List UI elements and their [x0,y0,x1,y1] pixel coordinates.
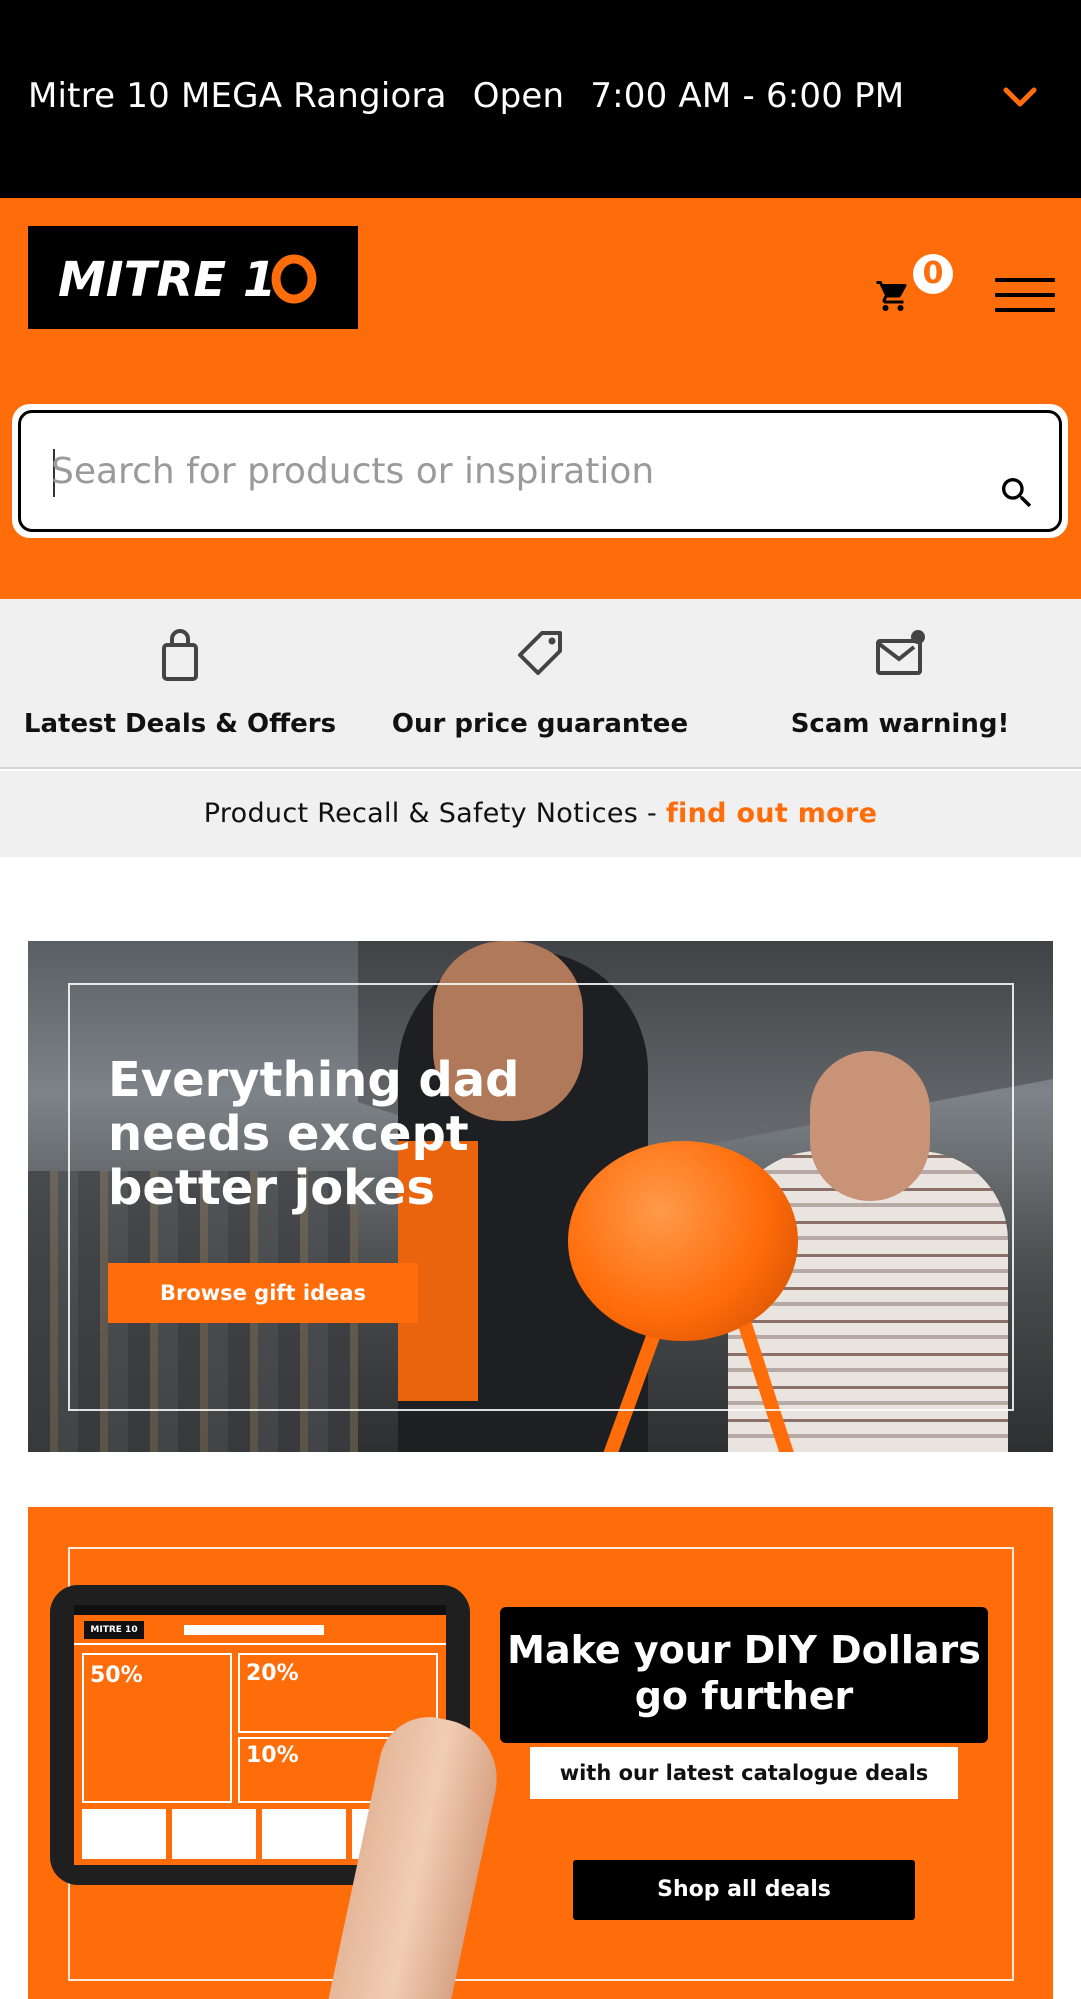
tablet-screen-header: MITRE 10 [74,1615,446,1645]
search-bar [12,404,1068,538]
cart-button[interactable]: 0 [875,254,955,326]
store-status: Open [472,76,565,116]
quick-links: Latest Deals & Offers Our price guarante… [0,599,1081,769]
shopping-bag-icon [162,629,198,681]
banner-subheadline: with our latest catalogue deals [530,1747,958,1799]
tablet-offer: 20% [246,1661,299,1686]
browse-gift-ideas-button[interactable]: Browse gift ideas [108,1263,418,1323]
menu-line [995,293,1055,297]
banner-headline: Make your DIY Dollars go further [500,1607,988,1743]
recall-notice: Product Recall & Safety Notices - find o… [0,771,1081,857]
quick-link-label: Our price guarantee [391,709,689,739]
cart-count-badge: 0 [913,254,953,294]
site-header: MITRE 1 0 [0,198,1081,599]
tablet-tile [262,1809,346,1859]
tablet-logo: MITRE 10 [84,1621,144,1639]
tablet-screen-topbar [74,1605,446,1615]
store-name: Mitre 10 MEGA Rangiora [28,76,447,116]
tablet-tile: 50% [82,1653,232,1803]
shop-all-deals-button[interactable]: Shop all deals [573,1860,915,1920]
tablet-tile [82,1809,166,1859]
search-input[interactable] [51,437,951,505]
store-bar[interactable]: Mitre 10 MEGA Rangiora Open 7:00 AM - 6:00… [0,0,1081,198]
quick-link-label: Scam warning! [790,709,1010,739]
logo-wordmark: MITRE 1 [58,252,317,308]
hero-banner-catalogue[interactable]: MITRE 10 50% 20% 10% Make your DIY Dolla… [28,1507,1053,1999]
chevron-down-icon[interactable] [1000,82,1040,112]
hero-banner-fathers-day[interactable]: Everything dad needs except better jokes… [28,941,1053,1452]
cart-icon [876,281,907,311]
price-tag-icon [518,631,562,675]
hamburger-menu-icon[interactable] [995,278,1055,320]
tablet-offer: 10% [246,1743,299,1768]
store-info[interactable]: Mitre 10 MEGA Rangiora Open 7:00 AM - 6:00… [28,76,930,116]
svg-text:MITRE 1: MITRE 1 [58,252,276,308]
search-icon[interactable] [997,473,1037,513]
tablet-tile [172,1809,256,1859]
search-box [18,410,1062,532]
tablet-offer: 50% [90,1663,143,1688]
recall-text: Product Recall & Safety Notices - [203,798,666,829]
mitre10-logo[interactable]: MITRE 1 [28,226,358,329]
banner-headline: Everything dad needs except better jokes [108,1052,520,1216]
quick-link-price-guarantee[interactable]: Our price guarantee [360,599,720,769]
menu-line [995,278,1055,282]
recall-link[interactable]: find out more [666,798,877,829]
quick-link-deals[interactable]: Latest Deals & Offers [0,599,360,769]
store-hours: 7:00 AM - 6:00 PM [590,76,905,116]
quick-link-scam-warning[interactable]: Scam warning! [720,599,1080,769]
menu-line [995,308,1055,312]
tablet-search [184,1625,324,1635]
quick-link-label: Latest Deals & Offers [23,709,337,739]
mail-notification-icon [876,630,925,675]
